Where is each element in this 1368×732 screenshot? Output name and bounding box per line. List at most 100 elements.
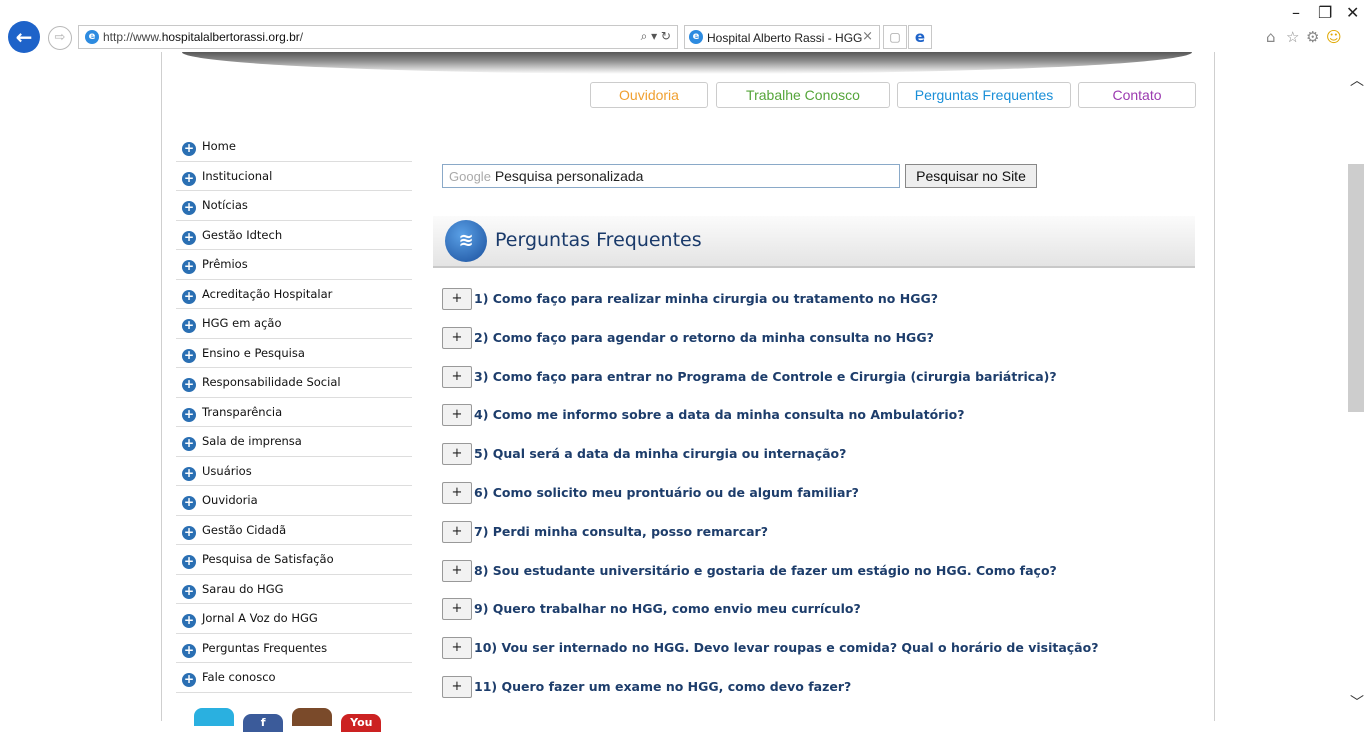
expand-button[interactable]: +: [442, 598, 472, 621]
facebook-icon[interactable]: f: [243, 714, 284, 732]
edge-icon[interactable]: e: [908, 25, 932, 49]
expand-button[interactable]: +: [442, 520, 472, 543]
plus-circle-icon: +: [182, 613, 196, 628]
scroll-down-icon[interactable]: ﹀: [1350, 692, 1364, 712]
header-swoosh: [182, 52, 1192, 74]
plus-circle-icon: +: [182, 288, 196, 304]
ie-icon: e: [689, 30, 703, 44]
hospital-logo-icon: ≋: [445, 220, 487, 262]
faq-question[interactable]: 10) Vou ser internado no HGG. Devo levar…: [474, 640, 1098, 655]
expand-button[interactable]: +: [442, 365, 472, 388]
new-tab-button[interactable]: ▢: [883, 25, 907, 49]
forward-button[interactable]: ⇨: [48, 26, 72, 50]
section-header: ≋ Perguntas Frequentes: [433, 216, 1195, 268]
sidebar-item-label: Transparência: [202, 404, 283, 419]
scroll-up-icon[interactable]: ︿: [1350, 70, 1364, 90]
topnav-trabalhe-conosco[interactable]: Trabalhe Conosco: [716, 82, 890, 108]
sidebar-item[interactable]: + Gestão Idtech: [176, 221, 412, 250]
social-icons: f You: [194, 708, 385, 732]
settings-gear-icon[interactable]: ⚙: [1306, 28, 1319, 46]
sidebar-item-label: Ouvidoria: [202, 493, 258, 507]
faq-question[interactable]: 5) Qual será a data da minha cirurgia ou…: [474, 446, 846, 461]
plus-circle-icon: +: [182, 318, 196, 333]
browser-chrome: ← ⇨ e http://www.hospitalalbertorassi.or…: [0, 0, 1368, 53]
sidebar-item[interactable]: + Fale conosco: [176, 663, 412, 693]
faq-question[interactable]: 11) Quero fazer um exame no HGG, como de…: [474, 679, 851, 694]
sidebar-item[interactable]: + Perguntas Frequentes: [176, 634, 412, 663]
plus-circle-icon: +: [182, 377, 196, 392]
sidebar-item[interactable]: + Jornal A Voz do HGG: [176, 604, 412, 634]
expand-button[interactable]: +: [442, 637, 472, 660]
plus-circle-icon: +: [182, 495, 196, 510]
sidebar-item-label: Acreditação Hospitalar: [202, 286, 333, 301]
sidebar-item-label: Gestão Cidadã: [202, 522, 287, 537]
sidebar-item[interactable]: + Ensino e Pesquisa: [176, 339, 412, 368]
faq-question[interactable]: 7) Perdi minha consulta, posso remarcar?: [474, 524, 768, 539]
sidebar-item-label: Notícias: [202, 198, 248, 212]
favorites-star-icon[interactable]: ☆: [1286, 28, 1299, 46]
sidebar-item-label: Institucional: [202, 168, 273, 183]
sidebar-item[interactable]: + Gestão Cidadã: [176, 516, 412, 545]
plus-circle-icon: +: [182, 200, 196, 215]
faq-question[interactable]: 4) Como me informo sobre a data da minha…: [474, 407, 964, 422]
faq-question[interactable]: 9) Quero trabalhar no HGG, como envio me…: [474, 601, 861, 616]
browser-tab[interactable]: e Hospital Alberto Rassi - HGG ×: [684, 25, 880, 49]
sidebar-item[interactable]: + Transparência: [176, 398, 412, 427]
topnav-perguntas-frequentes[interactable]: Perguntas Frequentes: [897, 82, 1071, 108]
sidebar-item[interactable]: + Notícias: [176, 191, 412, 221]
topnav-ouvidoria[interactable]: Ouvidoria: [590, 82, 708, 108]
faq-question[interactable]: 2) Como faço para agendar o retorno da m…: [474, 330, 934, 345]
sidebar-item[interactable]: + Prêmios: [176, 250, 412, 280]
plus-circle-icon: +: [182, 642, 196, 658]
sidebar-item[interactable]: + Usuários: [176, 457, 412, 486]
close-button[interactable]: ✕: [1346, 3, 1359, 22]
topnav-contato[interactable]: Contato: [1078, 82, 1196, 108]
expand-button[interactable]: +: [442, 676, 472, 698]
sidebar-item-label: Sarau do HGG: [202, 581, 284, 596]
plus-circle-icon: +: [182, 524, 196, 540]
home-icon[interactable]: ⌂: [1266, 28, 1276, 46]
back-button[interactable]: ←: [8, 21, 40, 53]
plus-circle-icon: +: [182, 406, 196, 422]
sidebar-item-label: Perguntas Frequentes: [202, 640, 328, 655]
tab-close-icon[interactable]: ×: [862, 29, 873, 44]
search-refresh-icon[interactable]: ⌕ ▾ ↻: [641, 29, 671, 44]
plus-circle-icon: +: [182, 347, 196, 363]
sidebar-item-label: Jornal A Voz do HGG: [202, 611, 318, 625]
sidebar-item[interactable]: + Responsabilidade Social: [176, 368, 412, 398]
sidebar-item[interactable]: + HGG em ação: [176, 309, 412, 339]
site-search-input[interactable]: Google Pesquisa personalizada: [442, 164, 900, 188]
expand-button[interactable]: +: [442, 404, 472, 427]
sidebar-item-label: Fale conosco: [202, 670, 276, 684]
scroll-thumb[interactable]: [1348, 164, 1364, 412]
expand-button[interactable]: +: [442, 559, 472, 582]
feedback-smiley-icon[interactable]: ☺: [1326, 28, 1342, 46]
faq-question[interactable]: 8) Sou estudante universitário e gostari…: [474, 563, 1057, 578]
instagram-icon[interactable]: [292, 708, 333, 726]
expand-button[interactable]: +: [442, 482, 472, 504]
sidebar-item[interactable]: + Institucional: [176, 162, 412, 191]
plus-circle-icon: +: [182, 465, 196, 481]
sidebar-item-label: Prêmios: [202, 257, 248, 271]
faq-question[interactable]: 1) Como faço para realizar minha cirurgi…: [474, 291, 938, 306]
sidebar-item[interactable]: + Acreditação Hospitalar: [176, 280, 412, 309]
sidebar-item[interactable]: + Pesquisa de Satisfação: [176, 545, 412, 575]
plus-circle-icon: +: [182, 229, 196, 245]
plus-circle-icon: +: [182, 436, 196, 451]
search-button[interactable]: Pesquisar no Site: [905, 164, 1037, 188]
twitter-icon[interactable]: [194, 708, 234, 726]
youtube-icon[interactable]: You: [341, 714, 382, 732]
vertical-scrollbar[interactable]: ︿ ﹀: [1344, 52, 1368, 721]
sidebar-item[interactable]: + Sarau do HGG: [176, 575, 412, 604]
faq-question[interactable]: 6) Como solicito meu prontuário ou de al…: [474, 485, 859, 500]
minimize-button[interactable]: –: [1292, 3, 1300, 22]
sidebar-item[interactable]: + Ouvidoria: [176, 486, 412, 516]
restore-button[interactable]: ❐: [1318, 3, 1332, 22]
sidebar-item[interactable]: + Sala de imprensa: [176, 427, 412, 457]
expand-button[interactable]: +: [442, 443, 472, 466]
address-bar[interactable]: e http://www.hospitalalbertorassi.org.br…: [78, 25, 678, 49]
faq-question[interactable]: 3) Como faço para entrar no Programa de …: [474, 369, 1057, 384]
sidebar-item[interactable]: + Home: [176, 132, 412, 162]
expand-button[interactable]: +: [442, 326, 472, 349]
expand-button[interactable]: +: [442, 288, 472, 310]
